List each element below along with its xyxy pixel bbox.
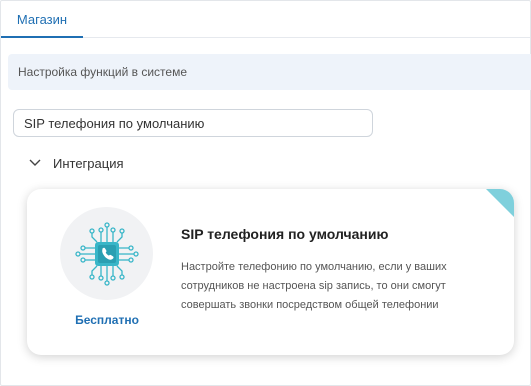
tab-bar: Магазин [1,1,530,38]
group-label: Интеграция [53,155,124,171]
sip-chip-phone-icon [74,221,139,286]
corner-badge [486,189,514,217]
feature-icon [60,207,153,300]
card-description: Настройте телефонию по умолчанию, если у… [181,261,447,311]
price-label: Бесплатно [75,313,139,327]
card-title: SIP телефония по умолчанию [181,226,389,242]
tab-store[interactable]: Магазин [1,1,83,38]
feature-card-sip[interactable]: Бесплатно SIP телефония по умолчанию Нас… [27,189,514,355]
chevron-down-icon [29,157,41,169]
banner-text: Настройка функций в системе [18,65,188,79]
section-banner: Настройка функций в системе [8,54,531,90]
search-input[interactable] [13,109,373,137]
store-panel: Магазин Настройка функций в системе Инте… [0,0,531,386]
group-toggle-integration[interactable]: Интеграция [29,154,124,172]
